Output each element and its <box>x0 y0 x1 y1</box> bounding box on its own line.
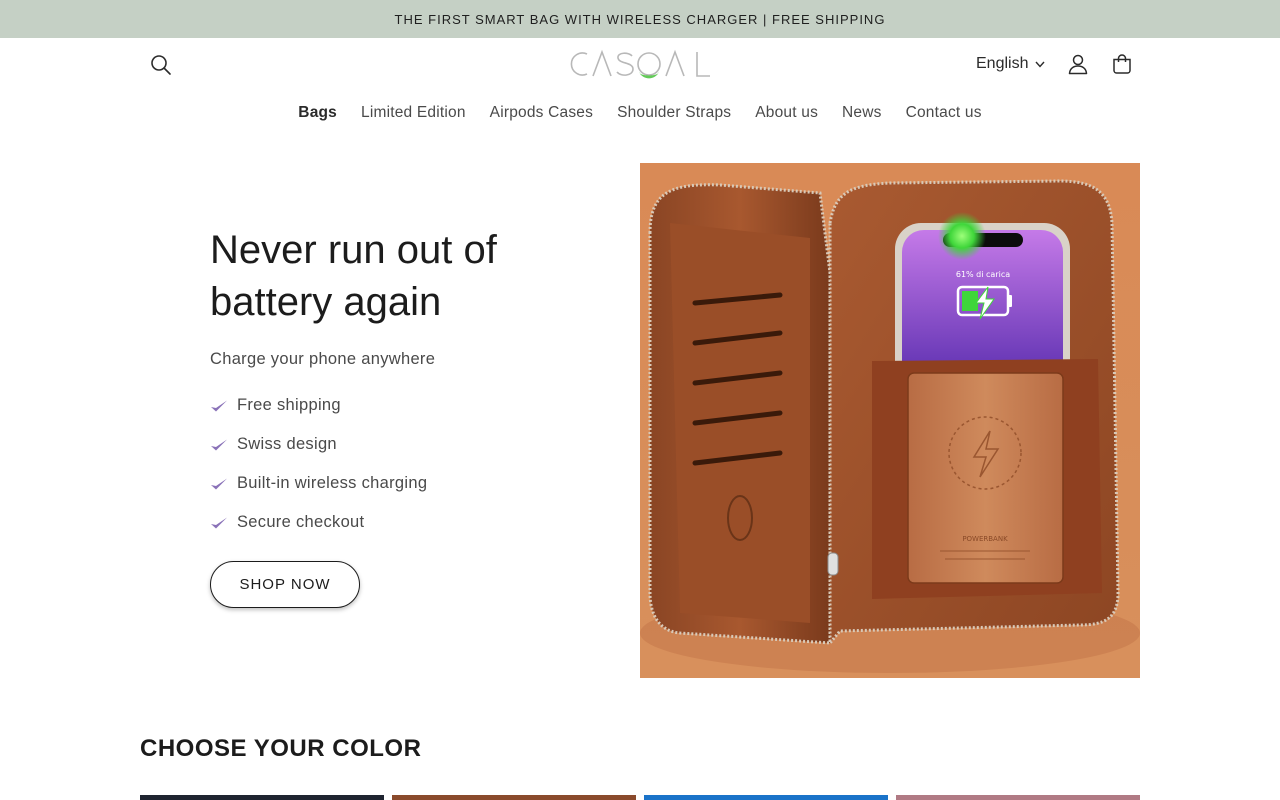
feature-label: Built-in wireless charging <box>237 474 428 492</box>
nav-item-news[interactable]: News <box>842 104 882 132</box>
feature-item: Free shipping <box>210 386 427 425</box>
shop-now-button[interactable]: SHOP NOW <box>210 561 360 608</box>
feature-label: Secure checkout <box>237 513 365 531</box>
language-selector[interactable]: English <box>976 52 1046 76</box>
hero-product-image: 61% di carica POWERBANK <box>640 163 1140 678</box>
color-swatch-pink[interactable] <box>896 795 1140 800</box>
nav-item-shoulder-straps[interactable]: Shoulder Straps <box>617 104 731 132</box>
color-swatch-navy[interactable] <box>140 795 384 800</box>
main-nav: Bags Limited Edition Airpods Cases Shoul… <box>0 104 1280 132</box>
nav-item-airpods-cases[interactable]: Airpods Cases <box>490 104 593 132</box>
chevron-down-icon <box>1035 61 1046 68</box>
phone-charge-text: 61% di carica <box>956 270 1010 279</box>
color-swatches <box>140 795 1140 800</box>
announcement-bar: THE FIRST SMART BAG WITH WIRELESS CHARGE… <box>0 0 1280 38</box>
search-icon <box>151 55 171 75</box>
nav-item-bags[interactable]: Bags <box>298 104 337 132</box>
logo[interactable] <box>565 46 715 82</box>
nav-item-about-us[interactable]: About us <box>755 104 818 132</box>
cart-button[interactable] <box>1107 49 1137 79</box>
header: English <box>0 38 1280 90</box>
wallet-illustration: 61% di carica POWERBANK <box>640 163 1140 678</box>
feature-item: Built-in wireless charging <box>210 464 427 503</box>
color-swatch-blue[interactable] <box>644 795 888 800</box>
feature-item: Swiss design <box>210 425 427 464</box>
search-button[interactable] <box>146 50 176 80</box>
nav-item-limited-edition[interactable]: Limited Edition <box>361 104 466 132</box>
check-icon <box>210 516 237 530</box>
color-swatch-brown[interactable] <box>392 795 636 800</box>
check-icon <box>210 399 237 413</box>
hero-subtitle: Charge your phone anywhere <box>210 350 436 368</box>
shopping-bag-icon <box>1113 54 1131 74</box>
feature-label: Free shipping <box>237 396 341 414</box>
language-label: English <box>976 55 1029 72</box>
feature-item: Secure checkout <box>210 503 427 542</box>
hero-title: Never run out of battery again <box>210 228 497 324</box>
casoal-logo <box>570 49 710 79</box>
user-icon <box>1068 54 1088 75</box>
powerbank-tag: POWERBANK <box>962 535 1008 543</box>
nav-item-contact-us[interactable]: Contact us <box>906 104 982 132</box>
check-icon <box>210 477 237 491</box>
announcement-text: THE FIRST SMART BAG WITH WIRELESS CHARGE… <box>394 11 886 27</box>
color-section-title: CHOOSE YOUR COLOR <box>140 735 422 762</box>
check-icon <box>210 438 237 452</box>
feature-label: Swiss design <box>237 435 337 453</box>
account-button[interactable] <box>1063 49 1093 79</box>
feature-list: Free shipping Swiss design Built-in wire… <box>210 386 427 542</box>
